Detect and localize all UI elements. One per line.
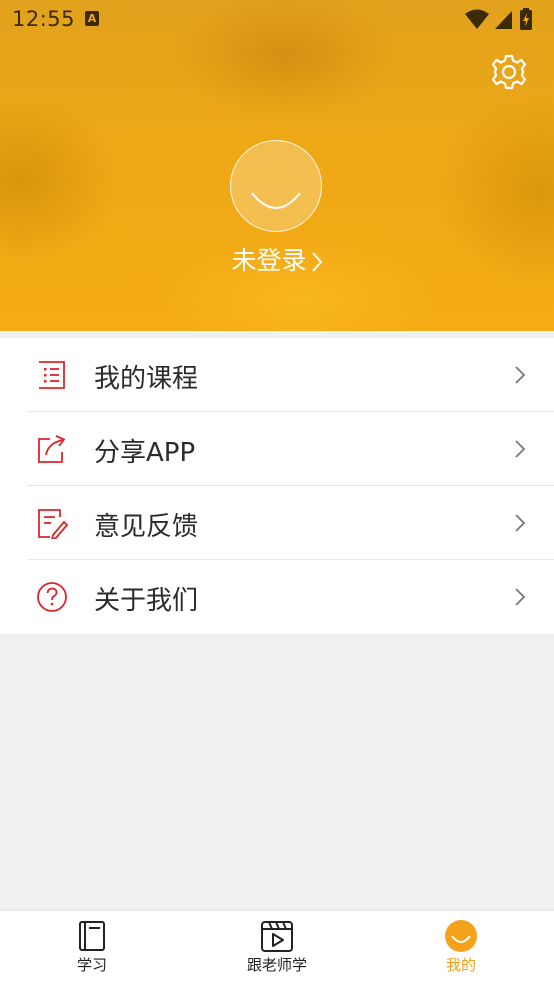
status-time: 12:55 [12, 7, 76, 31]
notification-badge: A [85, 11, 99, 26]
login-link[interactable]: 未登录 [0, 241, 554, 277]
list-icon [39, 361, 65, 389]
menu-item-label: 我的课程 [94, 364, 199, 394]
bottom-tab-bar: 学习 跟老师学 我的 [0, 910, 554, 984]
tab-label: 我的 [445, 956, 476, 974]
share-icon [38, 435, 66, 463]
menu-item-share-app[interactable]: 分享APP [0, 412, 554, 486]
chevron-right-icon [515, 588, 526, 606]
gear-icon[interactable] [489, 52, 529, 92]
smiley-face-icon [251, 192, 301, 209]
status-bar: 12:55 A [0, 0, 554, 38]
status-icons [464, 8, 544, 30]
tab-mine[interactable]: 我的 [369, 911, 553, 984]
menu-item-feedback[interactable]: 意见反馈 [0, 486, 554, 560]
login-label: 未登录 [231, 246, 307, 275]
profile-header: 12:55 A 未登录 [0, 0, 554, 331]
chevron-right-icon [515, 440, 526, 458]
chevron-right-icon [515, 366, 526, 384]
battery-icon [520, 8, 532, 30]
tab-study[interactable]: 学习 [0, 911, 184, 984]
menu-list: 我的课程 分享APP 意见反馈 关于我们 [0, 338, 554, 634]
menu-item-label: 意见反馈 [94, 512, 199, 542]
menu-item-label: 分享APP [94, 438, 196, 468]
avatar[interactable] [230, 140, 322, 232]
feedback-edit-icon [38, 509, 68, 539]
wifi-icon [465, 9, 489, 29]
menu-item-label: 关于我们 [94, 586, 199, 616]
tab-label: 学习 [76, 956, 107, 974]
tab-learn-with-teacher[interactable]: 跟老师学 [185, 911, 369, 984]
chevron-right-icon [515, 514, 526, 532]
book-icon [79, 921, 105, 951]
signal-icon [495, 11, 512, 29]
menu-item-my-courses[interactable]: 我的课程 [0, 338, 554, 412]
menu-item-about-us[interactable]: 关于我们 [0, 560, 554, 634]
question-circle-icon [37, 582, 67, 612]
chevron-right-icon [311, 252, 322, 272]
smiley-face-icon [445, 920, 477, 952]
video-play-icon [261, 921, 293, 952]
tab-label: 跟老师学 [246, 956, 307, 974]
